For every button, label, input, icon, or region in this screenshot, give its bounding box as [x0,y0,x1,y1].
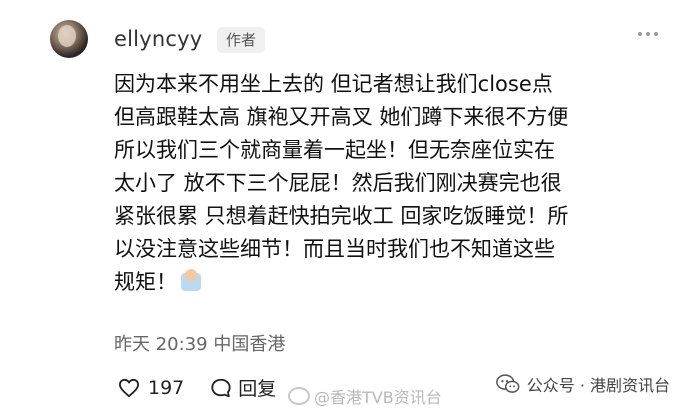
timestamp-location: 昨天 20:39 中国香港 [114,334,286,355]
watermark-text: @香港TVB资讯台 [314,388,442,407]
comment-body: 因为本来不用坐上去的 但记者想让我们close点 但高跟鞋太高 旗袍又开高叉 她… [114,68,674,299]
official-account-name: 公众号 · 港剧资讯台 [526,376,670,395]
wechat-icon [495,374,520,393]
comment-line: 所以我们三个就商量着一起坐！但无奈座位实在 [114,138,555,162]
action-bar: 197 回复 [118,374,276,401]
more-icon[interactable] [638,32,658,36]
watermark: @香港TVB资讯台 [288,384,442,408]
comment-icon[interactable] [210,377,232,399]
comment-line: 以没注意这些细节！而且当时我们也不知道这些 [114,237,555,261]
author-badge: 作者 [217,27,266,53]
emoji-icon [181,269,201,291]
official-account: 公众号 · 港剧资讯台 [495,372,670,396]
weibo-logo-icon [288,387,310,405]
avatar[interactable] [50,20,88,58]
reply-button[interactable]: 回复 [238,374,276,401]
like-count[interactable]: 197 [148,377,184,399]
username[interactable]: ellyncyy [114,27,202,51]
comment-line-last: 规矩！ [114,266,674,299]
heart-icon[interactable] [118,378,140,398]
comment-line: 但高跟鞋太高 旗袍又开高叉 她们蹲下来很不方便 [114,105,569,129]
comment-line: 因为本来不用坐上去的 但记者想让我们close点 [114,72,553,96]
comment-line: 太小了 放不下三个屁屁！然后我们刚决赛完也很 [114,171,562,195]
comment-line: 紧张很累 只想着赶快拍完收工 回家吃饭睡觉！所 [114,204,569,228]
comment-line: 规矩！ [114,270,177,294]
